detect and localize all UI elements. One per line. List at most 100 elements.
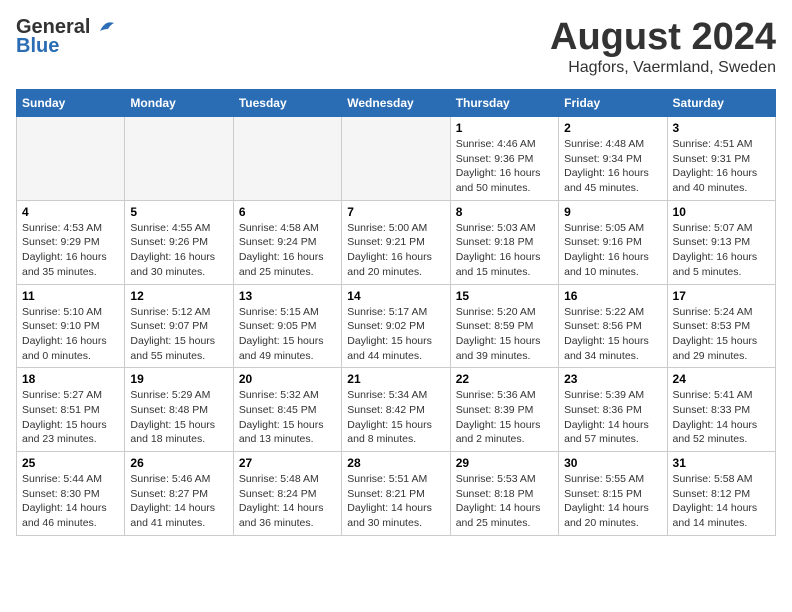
col-header-saturday: Saturday bbox=[667, 90, 775, 117]
col-header-sunday: Sunday bbox=[17, 90, 125, 117]
calendar-day-cell: 14 Sunrise: 5:17 AM Sunset: 9:02 PM Dayli… bbox=[342, 284, 450, 368]
day-info: Sunrise: 5:44 AM Sunset: 8:30 PM Dayligh… bbox=[22, 472, 119, 531]
day-info: Sunrise: 5:15 AM Sunset: 9:05 PM Dayligh… bbox=[239, 305, 336, 364]
day-info: Sunrise: 5:46 AM Sunset: 8:27 PM Dayligh… bbox=[130, 472, 227, 531]
col-header-friday: Friday bbox=[559, 90, 667, 117]
logo-blue-text: Blue bbox=[16, 35, 59, 58]
header: General Blue August 2024 Hagfors, Vaerml… bbox=[16, 16, 776, 77]
calendar-week-row: 25 Sunrise: 5:44 AM Sunset: 8:30 PM Dayli… bbox=[17, 452, 776, 536]
day-number: 18 bbox=[22, 372, 119, 386]
calendar-day-cell: 20 Sunrise: 5:32 AM Sunset: 8:45 PM Dayli… bbox=[233, 368, 341, 452]
day-info: Sunrise: 5:39 AM Sunset: 8:36 PM Dayligh… bbox=[564, 388, 661, 447]
day-number: 26 bbox=[130, 456, 227, 470]
day-number: 30 bbox=[564, 456, 661, 470]
calendar-day-cell bbox=[17, 117, 125, 201]
day-number: 16 bbox=[564, 289, 661, 303]
day-number: 4 bbox=[22, 205, 119, 219]
day-info: Sunrise: 5:36 AM Sunset: 8:39 PM Dayligh… bbox=[456, 388, 553, 447]
day-info: Sunrise: 5:41 AM Sunset: 8:33 PM Dayligh… bbox=[673, 388, 770, 447]
day-info: Sunrise: 5:22 AM Sunset: 8:56 PM Dayligh… bbox=[564, 305, 661, 364]
day-number: 15 bbox=[456, 289, 553, 303]
title-area: August 2024 Hagfors, Vaermland, Sweden bbox=[550, 16, 776, 77]
calendar-day-cell: 6Sunrise: 4:58 AM Sunset: 9:24 PM Daylig… bbox=[233, 200, 341, 284]
day-info: Sunrise: 4:55 AM Sunset: 9:26 PM Dayligh… bbox=[130, 221, 227, 280]
day-number: 27 bbox=[239, 456, 336, 470]
calendar-day-cell: 10 Sunrise: 5:07 AM Sunset: 9:13 PM Dayli… bbox=[667, 200, 775, 284]
day-info: Sunrise: 5:55 AM Sunset: 8:15 PM Dayligh… bbox=[564, 472, 661, 531]
calendar-day-cell: 21Sunrise: 5:34 AM Sunset: 8:42 PM Dayli… bbox=[342, 368, 450, 452]
day-number: 31 bbox=[673, 456, 770, 470]
calendar-day-cell: 28Sunrise: 5:51 AM Sunset: 8:21 PM Dayli… bbox=[342, 452, 450, 536]
calendar-day-cell: 11Sunrise: 5:10 AM Sunset: 9:10 PM Dayli… bbox=[17, 284, 125, 368]
day-info: Sunrise: 5:29 AM Sunset: 8:48 PM Dayligh… bbox=[130, 388, 227, 447]
day-info: Sunrise: 5:10 AM Sunset: 9:10 PM Dayligh… bbox=[22, 305, 119, 364]
day-info: Sunrise: 5:00 AM Sunset: 9:21 PM Dayligh… bbox=[347, 221, 444, 280]
day-number: 19 bbox=[130, 372, 227, 386]
day-number: 6 bbox=[239, 205, 336, 219]
day-number: 10 bbox=[673, 205, 770, 219]
day-number: 29 bbox=[456, 456, 553, 470]
calendar-day-cell: 31 Sunrise: 5:58 AM Sunset: 8:12 PM Dayli… bbox=[667, 452, 775, 536]
calendar-day-cell: 23 Sunrise: 5:39 AM Sunset: 8:36 PM Dayli… bbox=[559, 368, 667, 452]
calendar-day-cell bbox=[233, 117, 341, 201]
day-number: 14 bbox=[347, 289, 444, 303]
day-number: 23 bbox=[564, 372, 661, 386]
calendar-day-cell: 4 Sunrise: 4:53 AM Sunset: 9:29 PM Daylig… bbox=[17, 200, 125, 284]
col-header-wednesday: Wednesday bbox=[342, 90, 450, 117]
day-info: Sunrise: 5:12 AM Sunset: 9:07 PM Dayligh… bbox=[130, 305, 227, 364]
logo-bird-icon bbox=[94, 19, 116, 37]
col-header-monday: Monday bbox=[125, 90, 233, 117]
calendar-day-cell: 30 Sunrise: 5:55 AM Sunset: 8:15 PM Dayli… bbox=[559, 452, 667, 536]
calendar-day-cell: 1 Sunrise: 4:46 AM Sunset: 9:36 PM Daylig… bbox=[450, 117, 558, 201]
calendar-day-cell bbox=[342, 117, 450, 201]
day-info: Sunrise: 5:07 AM Sunset: 9:13 PM Dayligh… bbox=[673, 221, 770, 280]
calendar-day-cell: 9 Sunrise: 5:05 AM Sunset: 9:16 PM Daylig… bbox=[559, 200, 667, 284]
day-info: Sunrise: 5:48 AM Sunset: 8:24 PM Dayligh… bbox=[239, 472, 336, 531]
calendar-day-cell: 19 Sunrise: 5:29 AM Sunset: 8:48 PM Dayli… bbox=[125, 368, 233, 452]
day-number: 1 bbox=[456, 121, 553, 135]
calendar-day-cell: 13 Sunrise: 5:15 AM Sunset: 9:05 PM Dayli… bbox=[233, 284, 341, 368]
day-number: 28 bbox=[347, 456, 444, 470]
day-number: 9 bbox=[564, 205, 661, 219]
col-header-thursday: Thursday bbox=[450, 90, 558, 117]
day-info: Sunrise: 5:27 AM Sunset: 8:51 PM Dayligh… bbox=[22, 388, 119, 447]
calendar-day-cell: 24Sunrise: 5:41 AM Sunset: 8:33 PM Dayli… bbox=[667, 368, 775, 452]
day-info: Sunrise: 5:53 AM Sunset: 8:18 PM Dayligh… bbox=[456, 472, 553, 531]
day-info: Sunrise: 5:17 AM Sunset: 9:02 PM Dayligh… bbox=[347, 305, 444, 364]
day-info: Sunrise: 4:48 AM Sunset: 9:34 PM Dayligh… bbox=[564, 137, 661, 196]
calendar-week-row: 11Sunrise: 5:10 AM Sunset: 9:10 PM Dayli… bbox=[17, 284, 776, 368]
day-info: Sunrise: 5:58 AM Sunset: 8:12 PM Dayligh… bbox=[673, 472, 770, 531]
calendar-day-cell: 22Sunrise: 5:36 AM Sunset: 8:39 PM Dayli… bbox=[450, 368, 558, 452]
day-info: Sunrise: 5:03 AM Sunset: 9:18 PM Dayligh… bbox=[456, 221, 553, 280]
day-info: Sunrise: 5:05 AM Sunset: 9:16 PM Dayligh… bbox=[564, 221, 661, 280]
day-number: 3 bbox=[673, 121, 770, 135]
calendar-day-cell: 25 Sunrise: 5:44 AM Sunset: 8:30 PM Dayli… bbox=[17, 452, 125, 536]
day-number: 13 bbox=[239, 289, 336, 303]
day-number: 8 bbox=[456, 205, 553, 219]
calendar: SundayMondayTuesdayWednesdayThursdayFrid… bbox=[16, 89, 776, 536]
day-number: 17 bbox=[673, 289, 770, 303]
calendar-day-cell: 17Sunrise: 5:24 AM Sunset: 8:53 PM Dayli… bbox=[667, 284, 775, 368]
day-number: 21 bbox=[347, 372, 444, 386]
day-info: Sunrise: 5:32 AM Sunset: 8:45 PM Dayligh… bbox=[239, 388, 336, 447]
calendar-day-cell: 8 Sunrise: 5:03 AM Sunset: 9:18 PM Daylig… bbox=[450, 200, 558, 284]
calendar-header-row: SundayMondayTuesdayWednesdayThursdayFrid… bbox=[17, 90, 776, 117]
location: Hagfors, Vaermland, Sweden bbox=[550, 59, 776, 77]
col-header-tuesday: Tuesday bbox=[233, 90, 341, 117]
day-number: 20 bbox=[239, 372, 336, 386]
day-info: Sunrise: 4:46 AM Sunset: 9:36 PM Dayligh… bbox=[456, 137, 553, 196]
day-number: 25 bbox=[22, 456, 119, 470]
month-title: August 2024 bbox=[550, 16, 776, 59]
calendar-day-cell: 18 Sunrise: 5:27 AM Sunset: 8:51 PM Dayli… bbox=[17, 368, 125, 452]
calendar-day-cell: 29 Sunrise: 5:53 AM Sunset: 8:18 PM Dayli… bbox=[450, 452, 558, 536]
calendar-day-cell: 15 Sunrise: 5:20 AM Sunset: 8:59 PM Dayli… bbox=[450, 284, 558, 368]
calendar-day-cell: 16 Sunrise: 5:22 AM Sunset: 8:56 PM Dayli… bbox=[559, 284, 667, 368]
calendar-day-cell: 5Sunrise: 4:55 AM Sunset: 9:26 PM Daylig… bbox=[125, 200, 233, 284]
calendar-day-cell: 2 Sunrise: 4:48 AM Sunset: 9:34 PM Daylig… bbox=[559, 117, 667, 201]
day-number: 12 bbox=[130, 289, 227, 303]
calendar-day-cell: 3Sunrise: 4:51 AM Sunset: 9:31 PM Daylig… bbox=[667, 117, 775, 201]
day-info: Sunrise: 4:53 AM Sunset: 9:29 PM Dayligh… bbox=[22, 221, 119, 280]
day-info: Sunrise: 5:20 AM Sunset: 8:59 PM Dayligh… bbox=[456, 305, 553, 364]
logo: General Blue bbox=[16, 16, 116, 58]
day-number: 2 bbox=[564, 121, 661, 135]
